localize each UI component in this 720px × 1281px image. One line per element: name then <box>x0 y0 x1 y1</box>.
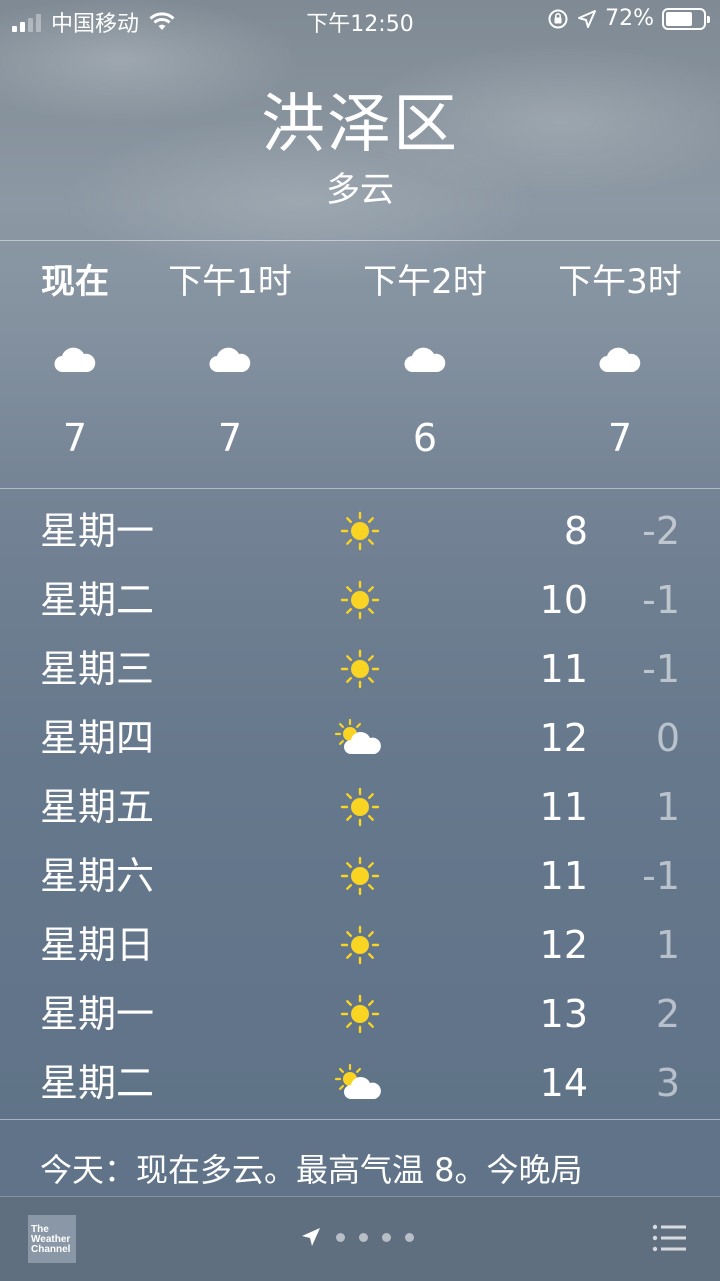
high-temp: 11 <box>539 854 588 898</box>
hour-label: 下午2时 <box>363 262 487 302</box>
day-name: 星期一 <box>40 509 155 553</box>
daily-row: 星期二 14 3 <box>0 1048 720 1117</box>
sun-icon <box>334 644 386 694</box>
hour-label: 现在 <box>41 262 109 302</box>
hourly-item: 下午1时 7 <box>150 242 310 478</box>
location-arrow-icon <box>302 1228 320 1246</box>
current-condition: 多云 <box>326 170 394 210</box>
cloud-icon <box>0 322 155 398</box>
high-temp: 10 <box>539 578 588 622</box>
low-temp: -1 <box>642 854 680 898</box>
battery-fill <box>666 11 692 26</box>
low-temp: -1 <box>642 647 680 691</box>
battery-icon <box>662 7 710 30</box>
city-name: 洪泽区 <box>261 88 459 162</box>
location-header: 洪泽区 多云 <box>0 80 720 212</box>
rotation-lock-icon <box>548 9 568 28</box>
low-temp: -1 <box>642 578 680 622</box>
page-dot[interactable] <box>336 1232 345 1242</box>
location-services-icon <box>578 9 597 28</box>
hour-temp: 7 <box>217 416 243 460</box>
divider-hourly <box>0 488 720 489</box>
sun-icon <box>334 989 386 1039</box>
page-dot[interactable] <box>359 1232 368 1242</box>
sun-icon <box>334 782 386 832</box>
battery-percent: 72% <box>605 6 654 31</box>
high-temp: 13 <box>539 992 588 1036</box>
hour-temp: 7 <box>607 416 633 460</box>
daily-row: 星期六 11 -1 <box>0 841 720 910</box>
hourly-forecast[interactable]: 现在 7 下午1时 7 下午2时 6 下午3时 7 <box>0 242 720 488</box>
sun-icon <box>334 575 386 625</box>
page-dot[interactable] <box>382 1232 391 1242</box>
hourly-item: 下午2时 6 <box>345 242 505 478</box>
page-dot[interactable] <box>405 1232 414 1242</box>
hour-temp: 6 <box>412 416 438 460</box>
sun-icon <box>334 920 386 970</box>
hour-label: 下午1时 <box>168 262 292 302</box>
low-temp: 1 <box>655 923 680 967</box>
high-temp: 12 <box>539 716 588 760</box>
daily-row: 星期一 8 -2 <box>0 496 720 565</box>
hourly-item: 下午3时 7 <box>540 242 700 478</box>
day-name: 星期一 <box>40 992 155 1036</box>
high-temp: 11 <box>539 785 588 829</box>
daily-row: 星期三 11 -1 <box>0 634 720 703</box>
hourly-item: 现在 7 <box>0 242 155 478</box>
cloud-icon <box>345 322 505 398</box>
cloud-icon <box>150 322 310 398</box>
high-temp: 12 <box>539 923 588 967</box>
day-name: 星期日 <box>40 923 155 967</box>
divider-daily <box>0 1119 720 1120</box>
bottom-toolbar: The Weather Channel <box>0 1196 720 1281</box>
daily-row: 星期二 10 -1 <box>0 565 720 634</box>
day-name: 星期二 <box>40 578 155 622</box>
low-temp: 2 <box>655 992 680 1036</box>
day-name: 星期六 <box>40 854 155 898</box>
day-name: 星期三 <box>40 647 155 691</box>
cloud-icon <box>540 322 700 398</box>
low-temp: 3 <box>655 1061 680 1105</box>
day-name: 星期四 <box>40 716 155 760</box>
daily-forecast[interactable]: 星期一 8 -2 星期二 10 -1 星期三 11 -1 星期四 12 0 星期五 11 1 星期六 11 -1 星… <box>0 496 720 1117</box>
hour-temp: 7 <box>62 416 88 460</box>
partly-cloudy-icon <box>334 1058 386 1108</box>
day-name: 星期五 <box>40 785 155 829</box>
high-temp: 14 <box>539 1061 588 1105</box>
page-indicator[interactable] <box>300 1219 414 1255</box>
sun-icon <box>334 506 386 556</box>
low-temp: 1 <box>655 785 680 829</box>
partly-cloudy-icon <box>334 713 386 763</box>
daily-row: 星期四 12 0 <box>0 703 720 772</box>
hour-label: 下午3时 <box>558 262 682 302</box>
daily-row: 星期五 11 1 <box>0 772 720 841</box>
weather-channel-logo[interactable]: The Weather Channel <box>28 1215 76 1263</box>
status-bar: 中国移动 下午12:50 72% <box>0 0 720 40</box>
today-summary: 今天：现在多云。最高气温 8。今晚局 <box>40 1151 583 1189</box>
daily-row: 星期日 12 1 <box>0 910 720 979</box>
divider-top <box>0 240 720 241</box>
list-icon[interactable] <box>652 1223 686 1253</box>
day-name: 星期二 <box>40 1061 155 1105</box>
high-temp: 8 <box>563 509 588 553</box>
low-temp: -2 <box>642 509 680 553</box>
sun-icon <box>334 851 386 901</box>
low-temp: 0 <box>655 716 680 760</box>
status-right: 72% <box>547 6 710 31</box>
high-temp: 11 <box>539 647 588 691</box>
daily-row: 星期一 13 2 <box>0 979 720 1048</box>
